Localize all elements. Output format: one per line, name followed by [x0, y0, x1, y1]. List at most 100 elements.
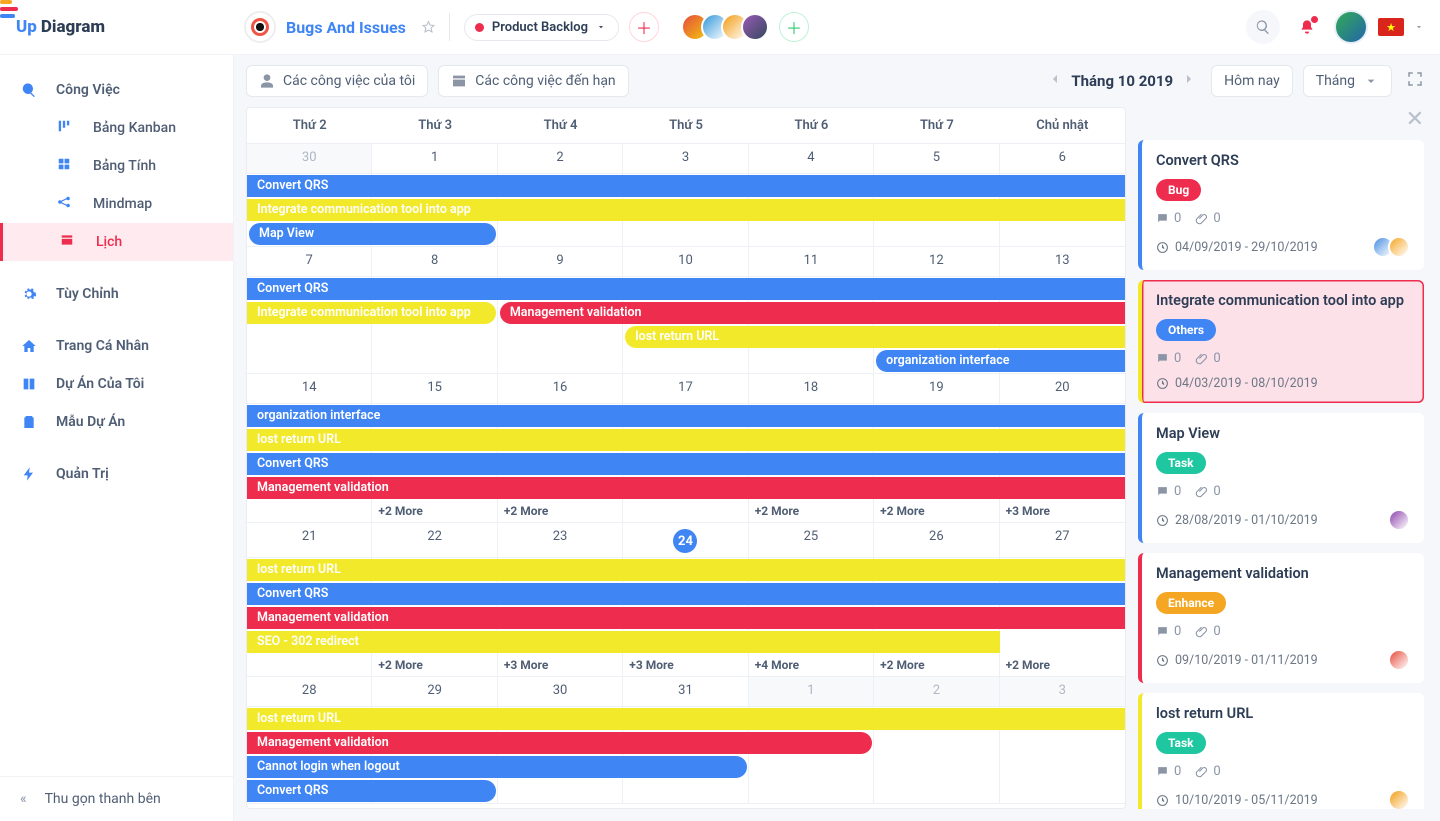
nav-customize[interactable]: Tùy Chỉnh [0, 275, 233, 313]
day-cell[interactable]: 15 [372, 374, 497, 404]
event-bar[interactable]: Management validation [500, 302, 1125, 324]
day-cell[interactable]: 16 [498, 374, 623, 404]
day-cell[interactable]: 7 [247, 247, 372, 277]
day-cell[interactable]: 12 [874, 247, 999, 277]
more-link[interactable]: +3 More [498, 654, 623, 676]
event-bar[interactable]: Management validation [247, 607, 1125, 629]
day-cell[interactable]: 28 [247, 677, 372, 707]
event-bar[interactable]: Convert QRS [247, 583, 1125, 605]
project-icon[interactable] [244, 11, 276, 43]
day-cell[interactable]: 11 [749, 247, 874, 277]
more-link[interactable]: +3 More [1000, 500, 1125, 522]
more-link[interactable]: +2 More [749, 500, 874, 522]
task-card[interactable]: Management validationEnhance0009/10/2019… [1138, 553, 1424, 683]
star-button[interactable] [422, 13, 450, 41]
next-month[interactable] [1177, 67, 1201, 95]
add-member-button[interactable]: ＋ [779, 12, 809, 42]
nav-templates[interactable]: Mẫu Dự Án [0, 403, 233, 441]
nav-admin[interactable]: Quản Trị [0, 455, 233, 493]
nav-sheet[interactable]: Bảng Tính [3, 147, 233, 185]
fullscreen-button[interactable] [1402, 66, 1428, 96]
more-link[interactable]: +2 More [372, 500, 497, 522]
day-cell[interactable]: 2 [874, 677, 999, 707]
event-bar[interactable]: organization interface [247, 405, 1125, 427]
project-title[interactable]: Bugs And Issues [286, 18, 406, 37]
nav-calendar[interactable]: Lịch [0, 223, 233, 261]
more-link[interactable]: +2 More [498, 500, 623, 522]
event-bar[interactable]: Map View [249, 223, 496, 245]
day-cell[interactable]: 5 [874, 144, 999, 174]
event-bar[interactable]: SEO - 302 redirect [247, 631, 1000, 653]
search-button[interactable] [1246, 10, 1280, 44]
event-bar[interactable]: Convert QRS [247, 175, 1125, 197]
task-card[interactable]: Convert QRSBug0004/09/2019 - 29/10/2019 [1138, 140, 1424, 270]
day-cell[interactable]: 20 [1000, 374, 1125, 404]
day-cell[interactable]: 24 [623, 523, 748, 558]
language-switch[interactable]: ★ [1378, 18, 1404, 36]
event-bar[interactable]: lost return URL [247, 708, 1125, 730]
filter-my-tasks[interactable]: Các công việc của tôi [246, 65, 428, 97]
app-logo[interactable]: UpDiagram [16, 17, 234, 37]
event-bar[interactable]: Cannot login when logout [247, 756, 747, 778]
event-bar[interactable]: lost return URL [247, 559, 1125, 581]
event-bar[interactable]: organization interface [876, 350, 1125, 372]
nav-mindmap[interactable]: Mindmap [3, 185, 233, 223]
calendar[interactable]: Thứ 2Thứ 3Thứ 4Thứ 5Thứ 6Thứ 7Chủ nhật30… [246, 107, 1126, 809]
nav-projects[interactable]: Dự Án Của Tôi [0, 365, 233, 403]
add-backlog-button[interactable]: ＋ [629, 12, 659, 42]
day-cell[interactable]: 3 [1000, 677, 1125, 707]
day-cell[interactable]: 2 [498, 144, 623, 174]
day-cell[interactable]: 25 [749, 523, 874, 558]
day-cell[interactable]: 21 [247, 523, 372, 558]
prev-month[interactable] [1043, 67, 1067, 95]
task-card[interactable]: lost return URLTask0010/10/2019 - 05/11/… [1138, 693, 1424, 809]
day-cell[interactable]: 27 [1000, 523, 1125, 558]
today-button[interactable]: Hôm nay [1211, 65, 1293, 97]
more-link[interactable]: +2 More [874, 500, 999, 522]
day-cell[interactable]: 4 [749, 144, 874, 174]
notifications-button[interactable] [1290, 10, 1324, 44]
day-cell[interactable]: 17 [623, 374, 748, 404]
event-bar[interactable]: lost return URL [625, 326, 1125, 348]
day-cell[interactable]: 31 [623, 677, 748, 707]
day-cell[interactable]: 10 [623, 247, 748, 277]
task-card[interactable]: Map ViewTask0028/08/2019 - 01/10/2019 [1138, 413, 1424, 543]
day-cell[interactable]: 6 [1000, 144, 1125, 174]
day-cell[interactable]: 23 [498, 523, 623, 558]
close-panel[interactable]: ✕ [1138, 107, 1428, 132]
day-cell[interactable]: 19 [874, 374, 999, 404]
more-link[interactable]: +3 More [623, 654, 748, 676]
day-cell[interactable]: 3 [623, 144, 748, 174]
event-bar[interactable]: Management validation [247, 477, 1125, 499]
day-cell[interactable]: 26 [874, 523, 999, 558]
day-cell[interactable]: 30 [247, 144, 372, 174]
event-bar[interactable]: lost return URL [247, 429, 1125, 451]
day-cell[interactable]: 30 [498, 677, 623, 707]
task-card[interactable]: Integrate communication tool into appOth… [1138, 280, 1424, 403]
event-bar[interactable]: Integrate communication tool into app [247, 302, 496, 324]
day-cell[interactable]: 29 [372, 677, 497, 707]
filter-due-tasks[interactable]: Các công việc đến hạn [438, 65, 628, 97]
day-cell[interactable]: 22 [372, 523, 497, 558]
day-cell[interactable]: 1 [749, 677, 874, 707]
more-link[interactable]: +2 More [1000, 654, 1125, 676]
nav-kanban[interactable]: Bảng Kanban [3, 109, 233, 147]
event-bar[interactable]: Convert QRS [247, 278, 1125, 300]
day-cell[interactable]: 8 [372, 247, 497, 277]
member-avatars[interactable] [689, 13, 769, 41]
event-bar[interactable]: Integrate communication tool into app [247, 199, 1125, 221]
more-link[interactable]: +2 More [874, 654, 999, 676]
nav-work[interactable]: Công Việc [0, 71, 233, 109]
collapse-sidebar[interactable]: « Thu gọn thanh bên [0, 776, 233, 821]
day-cell[interactable]: 9 [498, 247, 623, 277]
more-link[interactable]: +4 More [749, 654, 874, 676]
more-link[interactable]: +2 More [372, 654, 497, 676]
user-avatar[interactable] [1334, 10, 1368, 44]
chevron-down-icon[interactable] [1414, 22, 1424, 32]
backlog-chip[interactable]: Product Backlog [464, 14, 619, 41]
event-bar[interactable]: Convert QRS [247, 780, 496, 802]
nav-home[interactable]: Trang Cá Nhân [0, 327, 233, 365]
view-switch[interactable]: Tháng [1303, 65, 1392, 97]
day-cell[interactable]: 1 [372, 144, 497, 174]
day-cell[interactable]: 14 [247, 374, 372, 404]
